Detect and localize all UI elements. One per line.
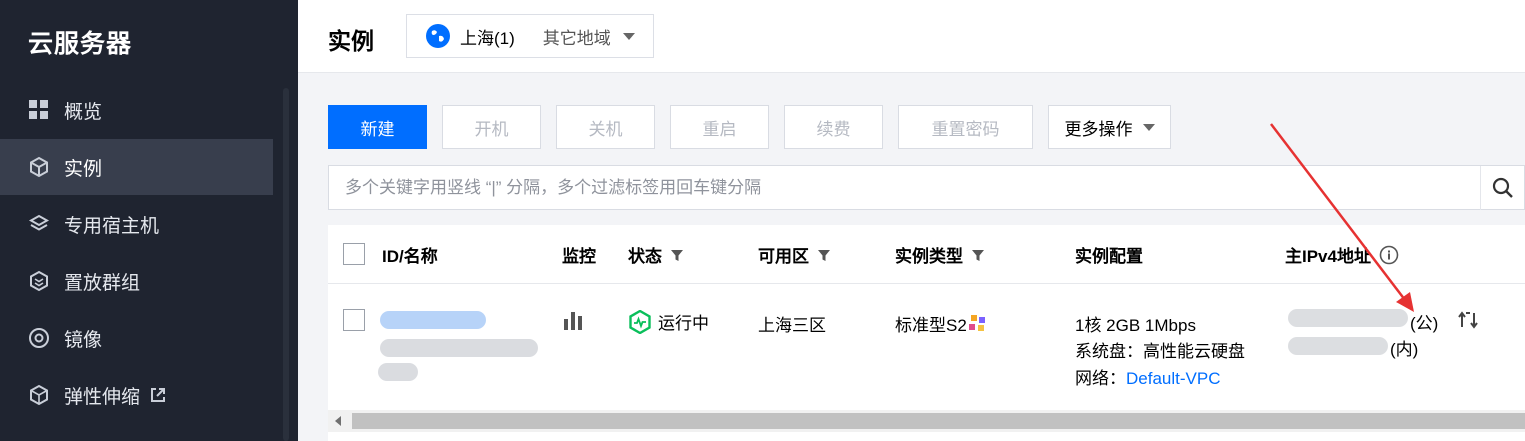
region-current: 上海(1)	[460, 28, 515, 48]
public-ip-tag: (公)	[1410, 314, 1439, 333]
network-label: 网络：	[1075, 369, 1126, 388]
type-cell: 标准型S2	[895, 311, 989, 336]
search-bar	[328, 165, 1525, 210]
scale-icon	[28, 384, 50, 406]
disc-icon	[28, 327, 50, 349]
sidebar-item-overview[interactable]: 概览	[0, 82, 273, 138]
scrollbar-thumb[interactable]	[352, 413, 1525, 429]
instance-id-redacted[interactable]	[380, 311, 486, 329]
chevron-down-icon	[622, 32, 635, 40]
config-line2: 系统盘：高性能云硬盘	[1075, 342, 1245, 361]
column-label: 实例类型	[895, 247, 963, 266]
column-ipv4: 主IPv4地址	[1285, 242, 1399, 267]
network-link[interactable]: Default-VPC	[1126, 369, 1220, 388]
restart-button[interactable]: 重启	[670, 105, 769, 149]
sidebar-brand: 云服务器	[28, 30, 133, 58]
external-link-icon	[150, 387, 166, 403]
search-button[interactable]	[1480, 165, 1524, 210]
horizontal-scrollbar[interactable]	[328, 410, 1525, 432]
page-title: 实例	[328, 28, 374, 54]
more-actions-button[interactable]: 更多操作	[1048, 105, 1171, 149]
search-input[interactable]	[329, 166, 1480, 209]
network-cell: 网络：Default-VPC	[1075, 364, 1220, 389]
instance-name-redacted	[380, 339, 538, 357]
config-line1: 1核 2GB 1Mbps	[1075, 316, 1196, 335]
private-ip-redacted	[1288, 337, 1388, 355]
layers-icon	[28, 213, 50, 235]
row-checkbox[interactable]	[343, 309, 365, 331]
status-badge: 运行中	[628, 309, 709, 334]
select-all-checkbox[interactable]	[343, 243, 365, 265]
region-select[interactable]: 上海(1) 其它地域	[406, 14, 654, 58]
column-type[interactable]: 实例类型	[895, 242, 985, 267]
info-icon[interactable]	[1379, 245, 1399, 265]
start-button[interactable]: 开机	[442, 105, 541, 149]
sidebar-item-label: 专用宿主机	[64, 215, 160, 237]
copy-icon[interactable]	[1458, 309, 1478, 336]
column-monitor: 监控	[562, 247, 596, 266]
grid-icon	[28, 99, 50, 121]
chevron-down-icon	[1142, 123, 1155, 131]
cube-icon	[28, 156, 50, 178]
instance-table: ID/名称 监控 状态 可用区 实例类型 实例配置 主IPv4地址 运行中 上海…	[328, 225, 1525, 441]
region-other: 其它地域	[542, 28, 611, 48]
instance-extra-redacted	[378, 363, 418, 381]
reset-password-button[interactable]: 重置密码	[898, 105, 1033, 149]
sidebar-item-label: 置放群组	[64, 272, 141, 294]
stop-button[interactable]: 关机	[556, 105, 655, 149]
type-text: 标准型S2	[895, 316, 967, 335]
table-header: ID/名称 监控 状态 可用区 实例类型 实例配置 主IPv4地址	[328, 225, 1525, 284]
more-actions-label: 更多操作	[1064, 119, 1133, 139]
filter-icon[interactable]	[670, 248, 684, 262]
sidebar-item-images[interactable]: 镜像	[0, 310, 273, 366]
column-label: 状态	[628, 247, 662, 266]
column-id-name: ID/名称	[382, 247, 438, 266]
filter-icon[interactable]	[817, 248, 831, 262]
renew-button[interactable]: 续费	[784, 105, 883, 149]
instance-type-icon	[968, 314, 985, 331]
sidebar-item-placement-groups[interactable]: 置放群组	[0, 253, 273, 309]
private-ip-tag: (内)	[1390, 340, 1419, 359]
zone-cell: 上海三区	[758, 316, 826, 335]
sidebar: 云服务器 概览 实例 专用宿主机 置放群组 镜像 弹性伸缩	[0, 0, 298, 441]
sidebar-item-dedicated-hosts[interactable]: 专用宿主机	[0, 196, 273, 252]
public-ip-redacted	[1288, 309, 1408, 327]
column-label: 可用区	[758, 247, 809, 266]
top-bar: 实例 上海(1) 其它地域	[298, 0, 1525, 73]
search-icon	[1492, 177, 1513, 198]
column-config: 实例配置	[1075, 247, 1143, 266]
sidebar-item-instances[interactable]: 实例	[0, 139, 273, 195]
column-label: 主IPv4地址	[1285, 247, 1371, 266]
sidebar-item-label: 弹性伸缩	[64, 386, 141, 408]
sidebar-scrollbar[interactable]	[283, 88, 289, 441]
sidebar-item-auto-scaling[interactable]: 弹性伸缩	[0, 367, 273, 423]
monitor-icon[interactable]	[562, 310, 584, 335]
status-text: 运行中	[658, 314, 709, 333]
column-status[interactable]: 状态	[628, 242, 684, 267]
column-zone[interactable]: 可用区	[758, 242, 831, 267]
running-icon	[629, 309, 651, 334]
scroll-left-arrow[interactable]	[335, 416, 341, 426]
create-button[interactable]: 新建	[328, 105, 427, 149]
globe-icon	[425, 23, 451, 49]
filter-icon[interactable]	[971, 248, 985, 262]
sidebar-item-label: 概览	[64, 101, 103, 123]
group-icon	[28, 270, 50, 292]
sidebar-item-label: 镜像	[64, 329, 103, 351]
sidebar-item-label: 实例	[64, 158, 103, 180]
